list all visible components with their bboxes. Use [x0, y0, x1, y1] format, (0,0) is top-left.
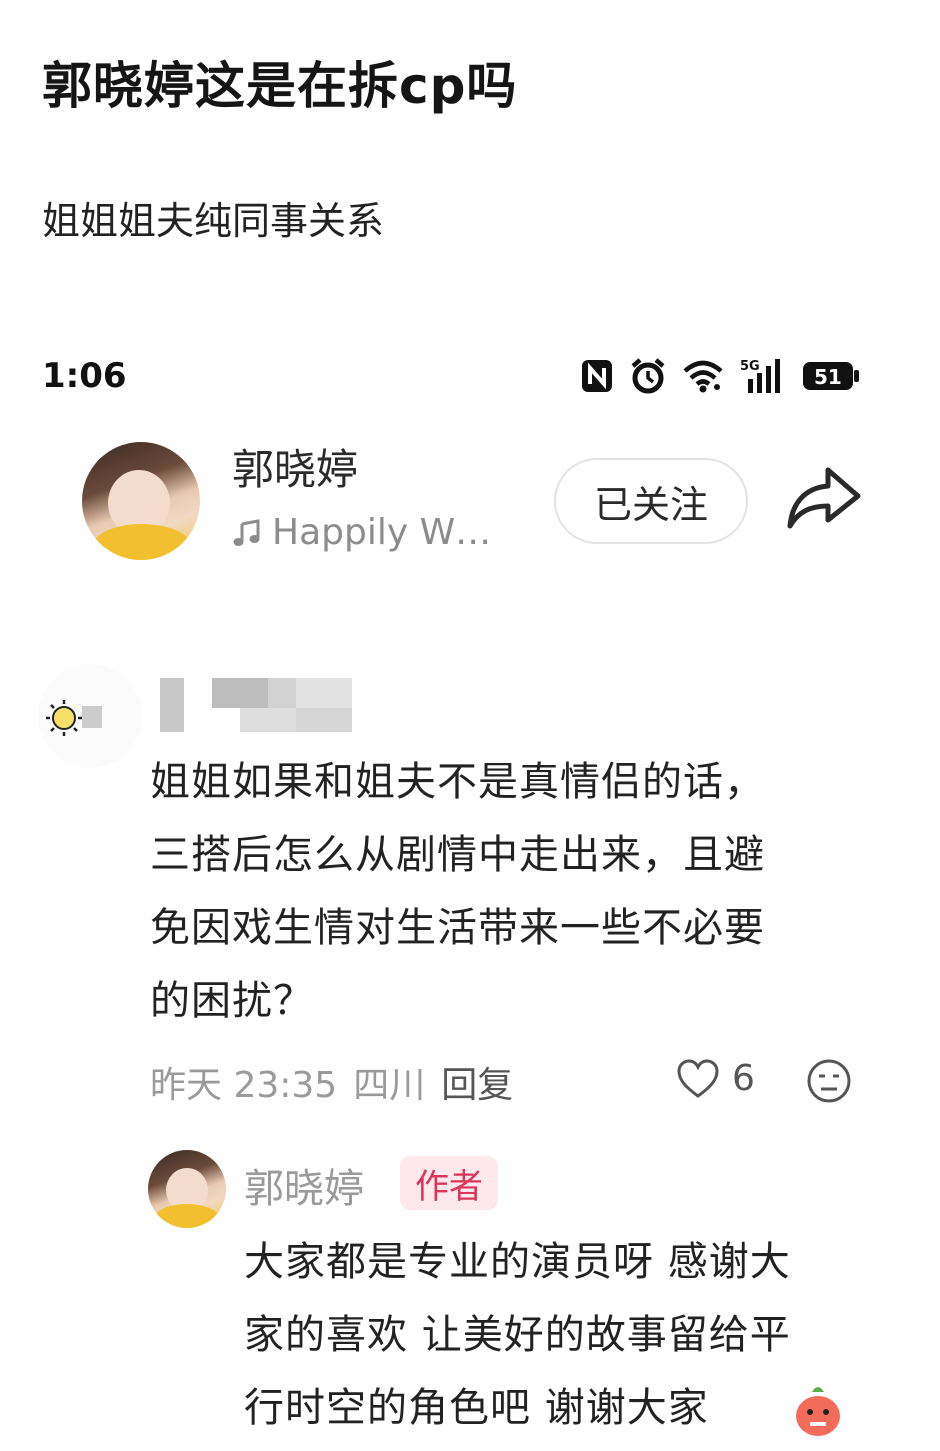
svg-text:5G: 5G	[740, 359, 760, 374]
comment-line: 的困扰？	[150, 978, 314, 1024]
reply-line: 家的喜欢 让美好的故事留给平	[244, 1312, 791, 1358]
reply-avatar[interactable]	[148, 1150, 226, 1228]
share-icon[interactable]	[784, 462, 864, 534]
meh-face-icon	[807, 1059, 851, 1103]
comment-text: 姐姐如果和姐夫不是真情侣的话， 三搭后怎么从剧情中走出来，且避 免因戏生情对生活…	[150, 746, 870, 1038]
like-button[interactable]: 6	[676, 1058, 755, 1099]
battery-level: 51	[814, 365, 842, 389]
comment-time: 昨天 23:35	[150, 1065, 338, 1106]
profile-avatar[interactable]	[82, 442, 200, 560]
dislike-emoji-button[interactable]	[806, 1058, 852, 1104]
comment-line: 三搭后怎么从剧情中走出来，且避	[150, 832, 765, 878]
sun-icon	[46, 700, 102, 736]
reply-line: 行时空的角色吧 谢谢大家	[244, 1385, 709, 1431]
profile-name[interactable]: 郭晓婷	[232, 436, 358, 497]
nfc-icon	[580, 358, 614, 394]
commenter-avatar[interactable]	[38, 664, 142, 768]
blurred-username	[156, 676, 356, 732]
like-count: 6	[732, 1058, 755, 1099]
battery-icon: 51	[802, 360, 860, 392]
post-subtitle: 姐姐姐夫纯同事关系	[42, 199, 385, 243]
avatar-toy	[154, 1204, 220, 1228]
author-badge: 作者	[400, 1156, 498, 1210]
profile-music[interactable]: Happily W…	[232, 512, 491, 553]
comment-line: 免因戏生情对生活带来一些不必要	[150, 905, 765, 951]
wifi-icon	[682, 359, 724, 393]
comment-line: 姐姐如果和姐夫不是真情侣的话，	[150, 759, 765, 805]
heart-icon	[677, 1058, 719, 1098]
follow-button[interactable]: 已关注	[554, 458, 748, 544]
comment-meta: 昨天 23:35 四川 回复	[150, 1056, 513, 1108]
signal-icon: 5G	[740, 357, 786, 395]
music-title: Happily W…	[272, 512, 492, 553]
sticker-emoji-icon	[790, 1380, 846, 1440]
comment-location: 四川	[353, 1065, 426, 1106]
reply-author-name[interactable]: 郭晓婷	[244, 1156, 364, 1214]
status-icons: 5G 51	[580, 354, 860, 398]
reply-text: 大家都是专业的演员呀 感谢大 家的喜欢 让美好的故事留给平 行时空的角色吧 谢谢…	[244, 1226, 884, 1445]
post-title: 郭晓婷这是在拆cp吗	[42, 57, 518, 115]
music-note-icon	[233, 518, 260, 546]
reply-line: 大家都是专业的演员呀 感谢大	[244, 1239, 791, 1285]
avatar-toy	[92, 524, 192, 560]
status-time: 1:06	[42, 356, 127, 396]
reply-button[interactable]: 回复	[441, 1056, 513, 1108]
alarm-icon	[630, 357, 666, 395]
